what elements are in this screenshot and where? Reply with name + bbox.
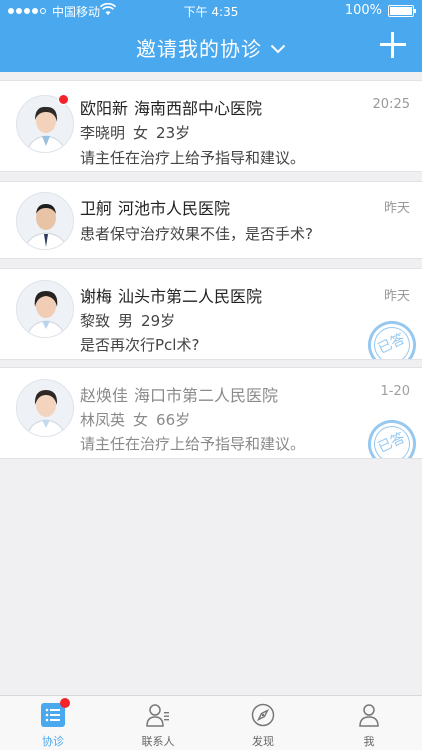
nav-title-dropdown[interactable]: 邀请我的协诊 bbox=[0, 33, 422, 62]
hospital-name: 海南西部中心医院 bbox=[134, 99, 263, 118]
plus-icon[interactable] bbox=[378, 30, 408, 60]
timestamp: 昨天 bbox=[383, 289, 410, 304]
doctor-avatar bbox=[16, 192, 74, 250]
chevron-down-icon bbox=[270, 39, 286, 58]
consultation-item[interactable]: 赵焕佳 海口市第二人民医院 1-20 林凤英女 66岁 请主任在治疗上给予指导和建议… bbox=[0, 367, 422, 459]
tab-me[interactable]: 我 bbox=[316, 696, 422, 750]
tab-contacts[interactable]: 联系人 bbox=[105, 696, 211, 750]
status-bar: 中国移动 下午 4:35 100% bbox=[0, 0, 422, 22]
doctor-avatar bbox=[16, 280, 74, 338]
consult-message: 患者保守治疗效果不佳，是否手术? bbox=[80, 225, 313, 243]
tab-label: 发现 bbox=[252, 735, 274, 748]
patient-age: 23岁 bbox=[156, 124, 191, 142]
patient-info: 林凤英女 66岁 bbox=[80, 409, 190, 430]
patient-name: 李晓明 bbox=[80, 124, 126, 142]
doctor-avatar bbox=[16, 379, 74, 437]
timestamp: 昨天 bbox=[383, 201, 410, 216]
patient-age: 66岁 bbox=[156, 411, 191, 429]
tab-label: 协诊 bbox=[42, 735, 64, 748]
answered-stamp: 已答 bbox=[360, 313, 422, 359]
consult-message: 是否再次行Pcl术? bbox=[80, 336, 200, 354]
title-line: 谢梅 汕头市第二人民医院 bbox=[80, 283, 262, 307]
consult-message: 请主任在治疗上给予指导和建议。 bbox=[80, 149, 306, 167]
consultation-item[interactable]: 谢梅 汕头市第二人民医院 昨天 黎致男 29岁 是否再次行Pcl术? 已答 bbox=[0, 268, 422, 360]
patient-sex: 女 bbox=[133, 124, 149, 142]
tab-discover[interactable]: 发现 bbox=[210, 696, 316, 750]
doctor-name: 欧阳新 bbox=[80, 99, 129, 118]
patient-sex: 男 bbox=[118, 312, 134, 330]
doctor-name: 卫舸 bbox=[80, 199, 113, 218]
timestamp: 20:25 bbox=[372, 97, 410, 112]
page-title: 邀请我的协诊 bbox=[136, 37, 262, 61]
patient-info: 李晓明女 23岁 bbox=[80, 122, 190, 143]
tab-label: 我 bbox=[363, 735, 375, 748]
doctor-name: 赵焕佳 bbox=[80, 386, 129, 405]
title-line: 赵焕佳 海口市第二人民医院 bbox=[80, 382, 278, 406]
timestamp: 1-20 bbox=[380, 384, 410, 399]
title-line: 卫舸 河池市人民医院 bbox=[80, 195, 230, 219]
answered-stamp: 已答 bbox=[360, 412, 422, 458]
consult-message: 请主任在治疗上给予指导和建议。 bbox=[80, 435, 306, 453]
tab-label: 联系人 bbox=[141, 735, 175, 748]
patient-age: 29岁 bbox=[141, 312, 176, 330]
unread-dot bbox=[58, 94, 69, 105]
consultation-item[interactable]: 欧阳新 海南西部中心医院 20:25 李晓明女 23岁 请主任在治疗上给予指导和建议… bbox=[0, 80, 422, 172]
hospital-name: 海口市第二人民医院 bbox=[134, 386, 279, 405]
tab-bar: 协诊 联系人 发现 我 bbox=[0, 695, 422, 750]
doctor-name: 谢梅 bbox=[80, 287, 113, 306]
title-line: 欧阳新 海南西部中心医院 bbox=[80, 95, 262, 119]
battery-icon bbox=[388, 5, 416, 17]
tab-consult[interactable]: 协诊 bbox=[0, 696, 106, 750]
compass-icon bbox=[251, 703, 275, 727]
tab-badge-dot bbox=[60, 698, 70, 708]
patient-name: 林凤英 bbox=[80, 411, 126, 429]
hospital-name: 河池市人民医院 bbox=[118, 199, 231, 218]
hospital-name: 汕头市第二人民医院 bbox=[118, 287, 263, 306]
battery-percent: 100% bbox=[344, 3, 382, 18]
patient-info: 黎致男 29岁 bbox=[80, 310, 175, 331]
consultation-item[interactable]: 卫舸 河池市人民医院 昨天 患者保守治疗效果不佳，是否手术? bbox=[0, 181, 422, 259]
patient-sex: 女 bbox=[133, 411, 149, 429]
patient-name: 黎致 bbox=[80, 312, 111, 330]
nav-bar: 邀请我的协诊 bbox=[0, 22, 422, 72]
user-icon bbox=[357, 703, 381, 727]
contacts-icon bbox=[146, 703, 170, 727]
